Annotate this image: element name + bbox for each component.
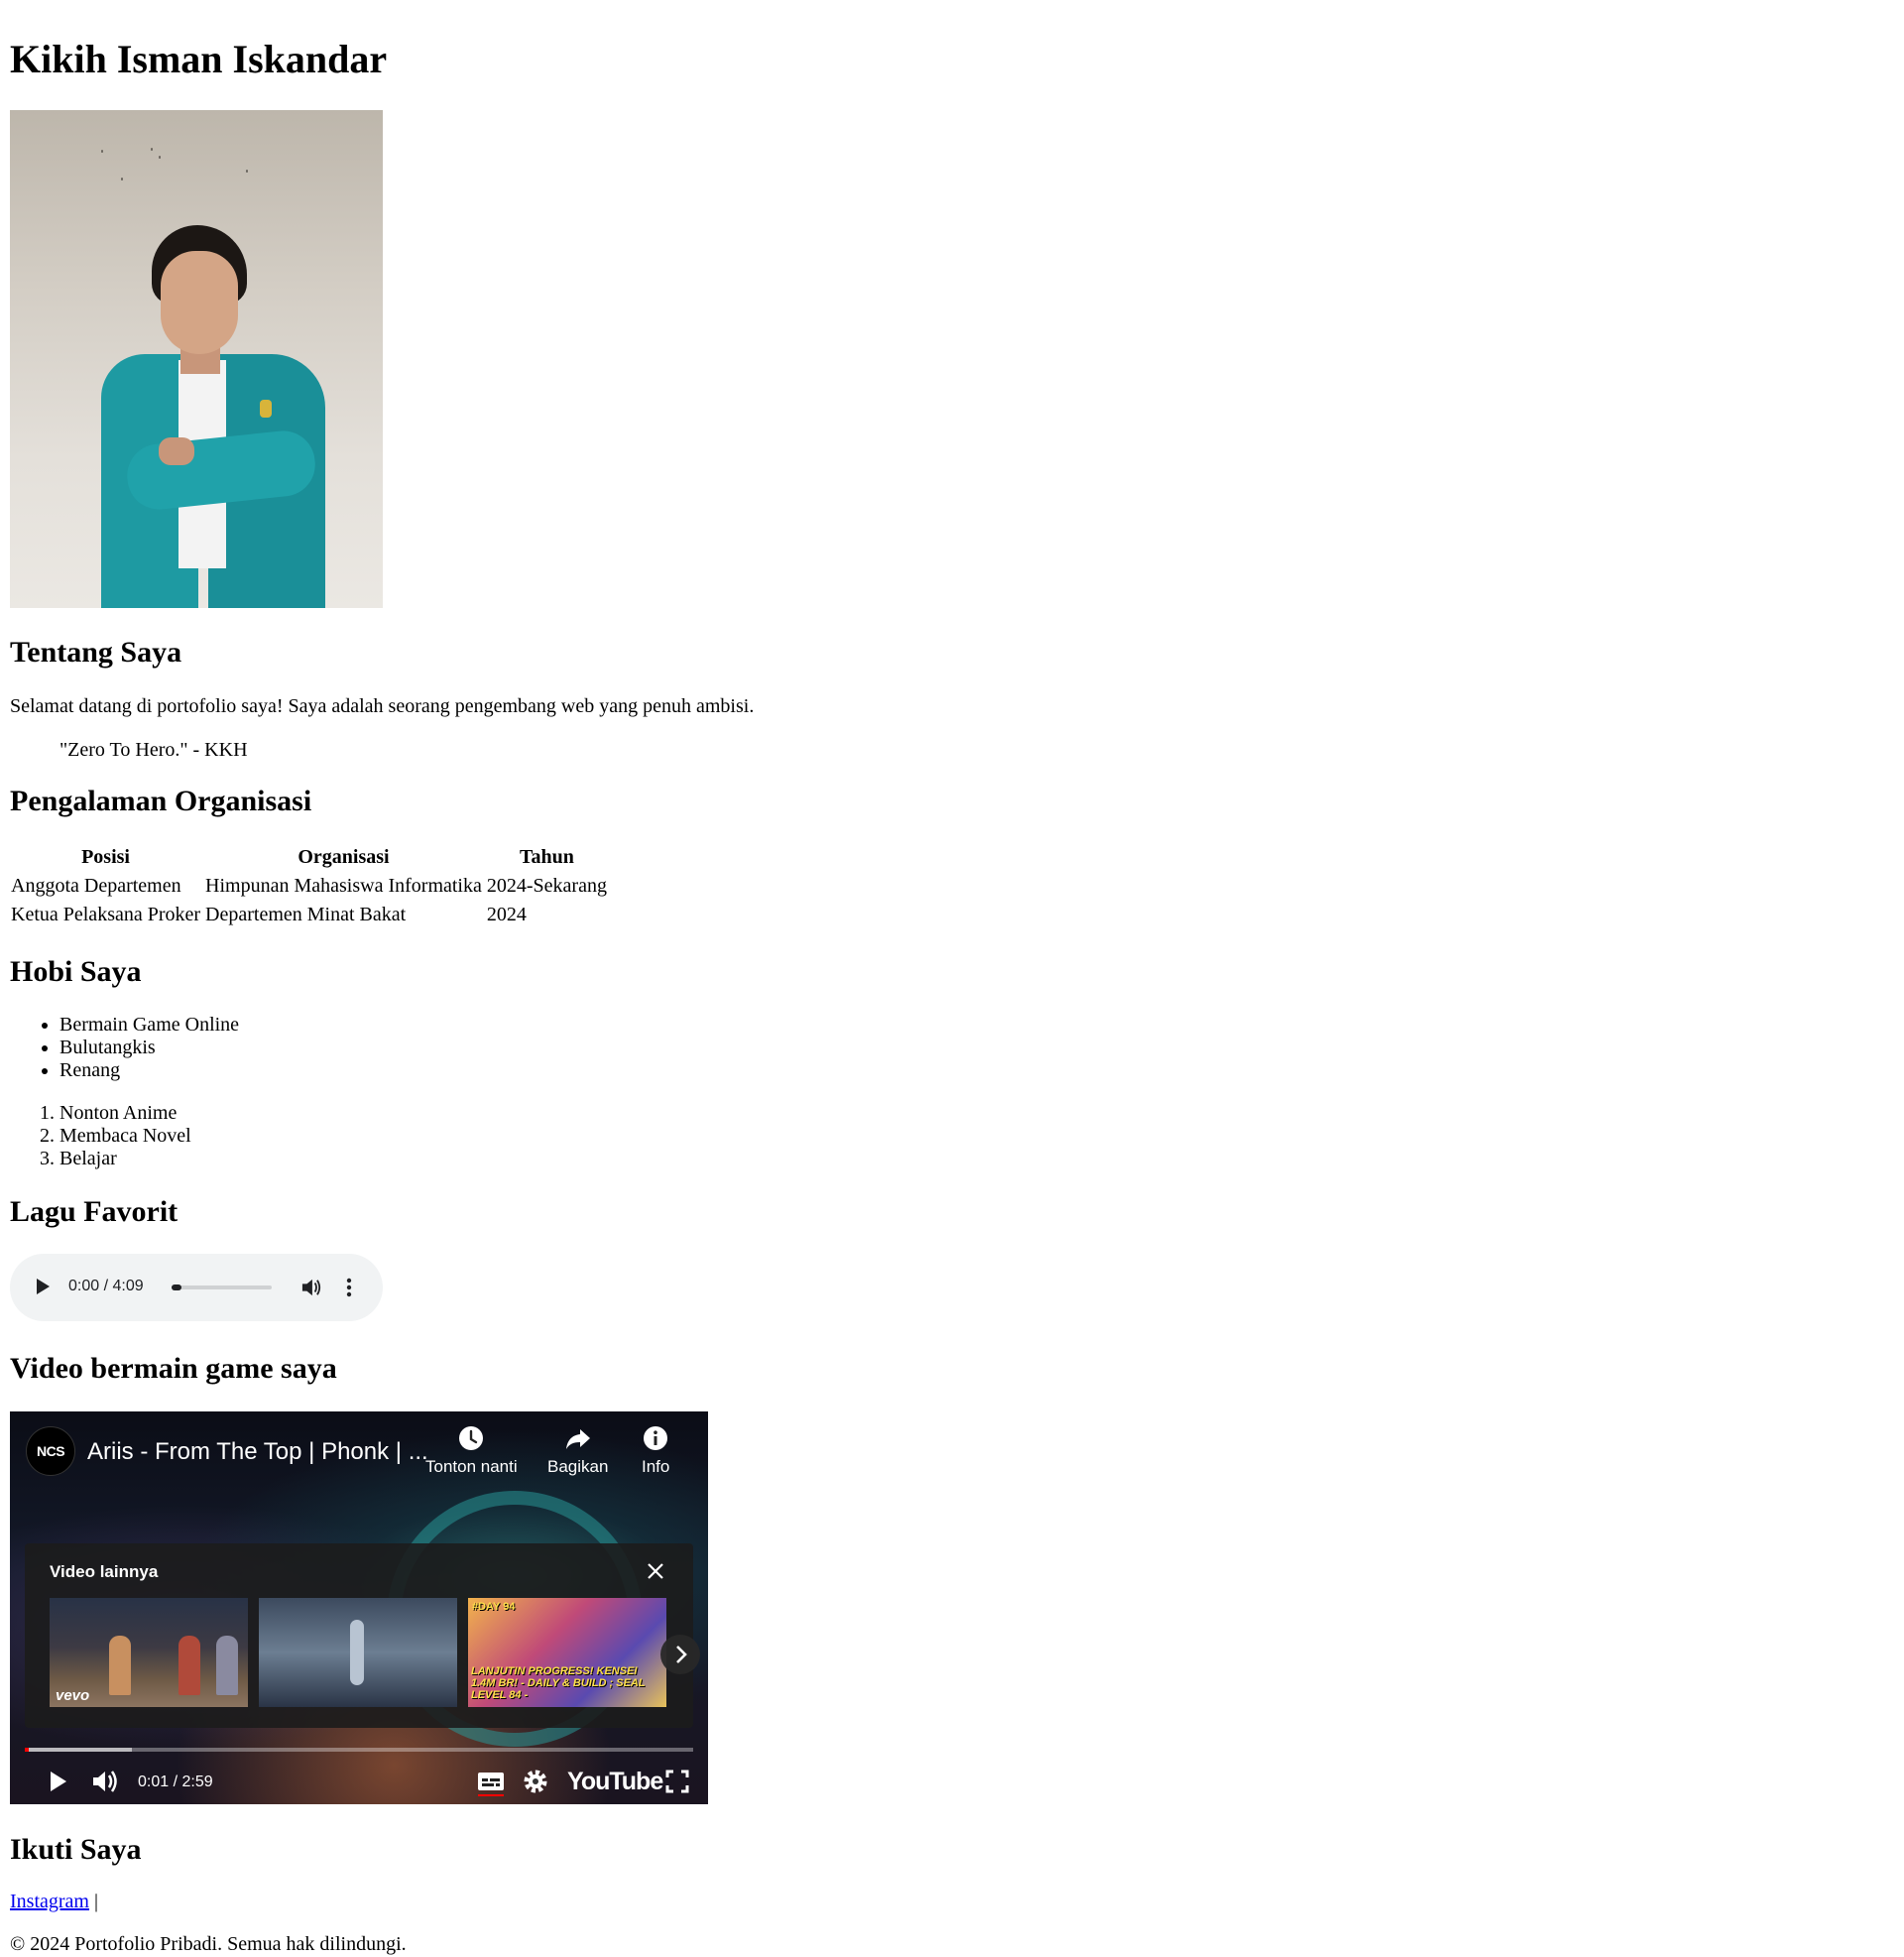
hobbies-heading: Hobi Saya: [10, 955, 142, 988]
table-cell: Departemen Minat Bakat: [205, 904, 407, 925]
more-videos-panel: Video lainnya vevo #DAY 94 LANJUTIN PROG…: [25, 1543, 700, 1728]
audio-player: 0:00 / 4:09: [10, 1254, 383, 1321]
channel-avatar[interactable]: NCS: [26, 1426, 75, 1476]
video-title[interactable]: Ariis - From The Top | Phonk | ...: [87, 1438, 428, 1466]
table-cell: Anggota Departemen: [11, 875, 181, 897]
clock-icon: [459, 1426, 484, 1450]
audio-time: 0:00 / 4:09: [68, 1278, 144, 1294]
list-item: Bermain Game Online: [60, 1014, 239, 1037]
page-title: Kikih Isman Iskandar: [10, 37, 388, 81]
fullscreen-icon[interactable]: [659, 1764, 695, 1799]
column-header: Organisasi: [298, 846, 390, 868]
more-options-icon[interactable]: [345, 1278, 353, 1297]
watch-later-label: Tonton nanti: [425, 1457, 518, 1476]
thumbnail-caption: LANJUTIN PROGRESS! KENSEI 1.4M BR! - DAI…: [471, 1665, 646, 1701]
instagram-link[interactable]: Instagram: [10, 1891, 89, 1912]
about-text: Selamat datang di portofolio saya! Saya …: [10, 695, 755, 717]
video-time: 0:01 / 2:59: [138, 1774, 213, 1790]
chevron-right-icon[interactable]: [660, 1635, 700, 1674]
vevo-label: vevo: [56, 1687, 90, 1704]
play-icon[interactable]: [37, 1279, 50, 1294]
info-label: Info: [642, 1457, 670, 1476]
table-row: Ketua Pelaksana Proker Departemen Minat …: [10, 902, 608, 927]
link-separator: |: [93, 1891, 98, 1912]
profile-photo: [10, 110, 383, 608]
share-button[interactable]: Bagikan: [547, 1425, 608, 1477]
thumbnail-day-label: #DAY 94: [472, 1601, 516, 1613]
related-video-thumbnail[interactable]: vevo: [50, 1598, 248, 1707]
social-links: Instagram |: [10, 1890, 98, 1913]
footer-text: © 2024 Portofolio Pribadi. Semua hak dil…: [10, 1933, 407, 1955]
volume-icon[interactable]: [300, 1278, 322, 1297]
about-heading: Tentang Saya: [10, 636, 182, 669]
table-row: Anggota Departemen Himpunan Mahasiswa In…: [10, 873, 608, 899]
list-item: Nonton Anime: [60, 1102, 191, 1125]
subtitles-icon[interactable]: [473, 1764, 509, 1799]
follow-heading: Ikuti Saya: [10, 1833, 142, 1866]
video-heading: Video bermain game saya: [10, 1352, 337, 1385]
table-cell: 2024: [486, 904, 527, 925]
share-icon: [565, 1429, 590, 1449]
hobby-list-unordered: Bermain Game Online Bulutangkis Renang: [10, 1014, 239, 1082]
table-cell: 2024-Sekarang: [486, 875, 607, 897]
list-item: Renang: [60, 1059, 239, 1082]
info-icon: [644, 1426, 668, 1450]
song-heading: Lagu Favorit: [10, 1195, 178, 1228]
table-cell: Himpunan Mahasiswa Informatika: [205, 875, 482, 897]
list-item: Membaca Novel: [60, 1125, 191, 1148]
related-video-thumbnail[interactable]: [259, 1598, 457, 1707]
watch-later-button[interactable]: Tonton nanti: [425, 1425, 518, 1477]
hobby-list-ordered: Nonton Anime Membaca Novel Belajar: [10, 1102, 191, 1170]
organization-heading: Pengalaman Organisasi: [10, 785, 312, 817]
table-header-row: Posisi Organisasi Tahun: [10, 844, 608, 870]
list-item: Bulutangkis: [60, 1037, 239, 1059]
list-item: Belajar: [60, 1148, 191, 1170]
info-button[interactable]: Info: [642, 1425, 669, 1477]
share-label: Bagikan: [547, 1457, 609, 1476]
related-video-thumbnail[interactable]: #DAY 94 LANJUTIN PROGRESS! KENSEI 1.4M B…: [468, 1598, 666, 1707]
youtube-embed[interactable]: NCS Ariis - From The Top | Phonk | ... T…: [10, 1411, 708, 1804]
settings-gear-icon[interactable]: [518, 1764, 553, 1799]
youtube-logo[interactable]: YouTube: [567, 1767, 663, 1796]
more-videos-title: Video lainnya: [50, 1562, 159, 1581]
volume-icon[interactable]: [87, 1764, 123, 1799]
table-cell: Ketua Pelaksana Proker: [11, 904, 201, 925]
organization-table: Posisi Organisasi Tahun Anggota Departem…: [7, 841, 611, 930]
video-played: [25, 1748, 30, 1752]
column-header: Tahun: [519, 846, 574, 868]
quote: "Zero To Hero." - KKH: [60, 739, 248, 761]
play-icon[interactable]: [40, 1764, 75, 1799]
audio-seek-bar[interactable]: [172, 1285, 272, 1289]
video-progress-bar[interactable]: [25, 1748, 693, 1752]
column-header: Posisi: [81, 846, 130, 868]
video-buffered: [25, 1748, 132, 1752]
audio-seek-thumb[interactable]: [172, 1284, 181, 1290]
close-icon[interactable]: [644, 1559, 667, 1583]
